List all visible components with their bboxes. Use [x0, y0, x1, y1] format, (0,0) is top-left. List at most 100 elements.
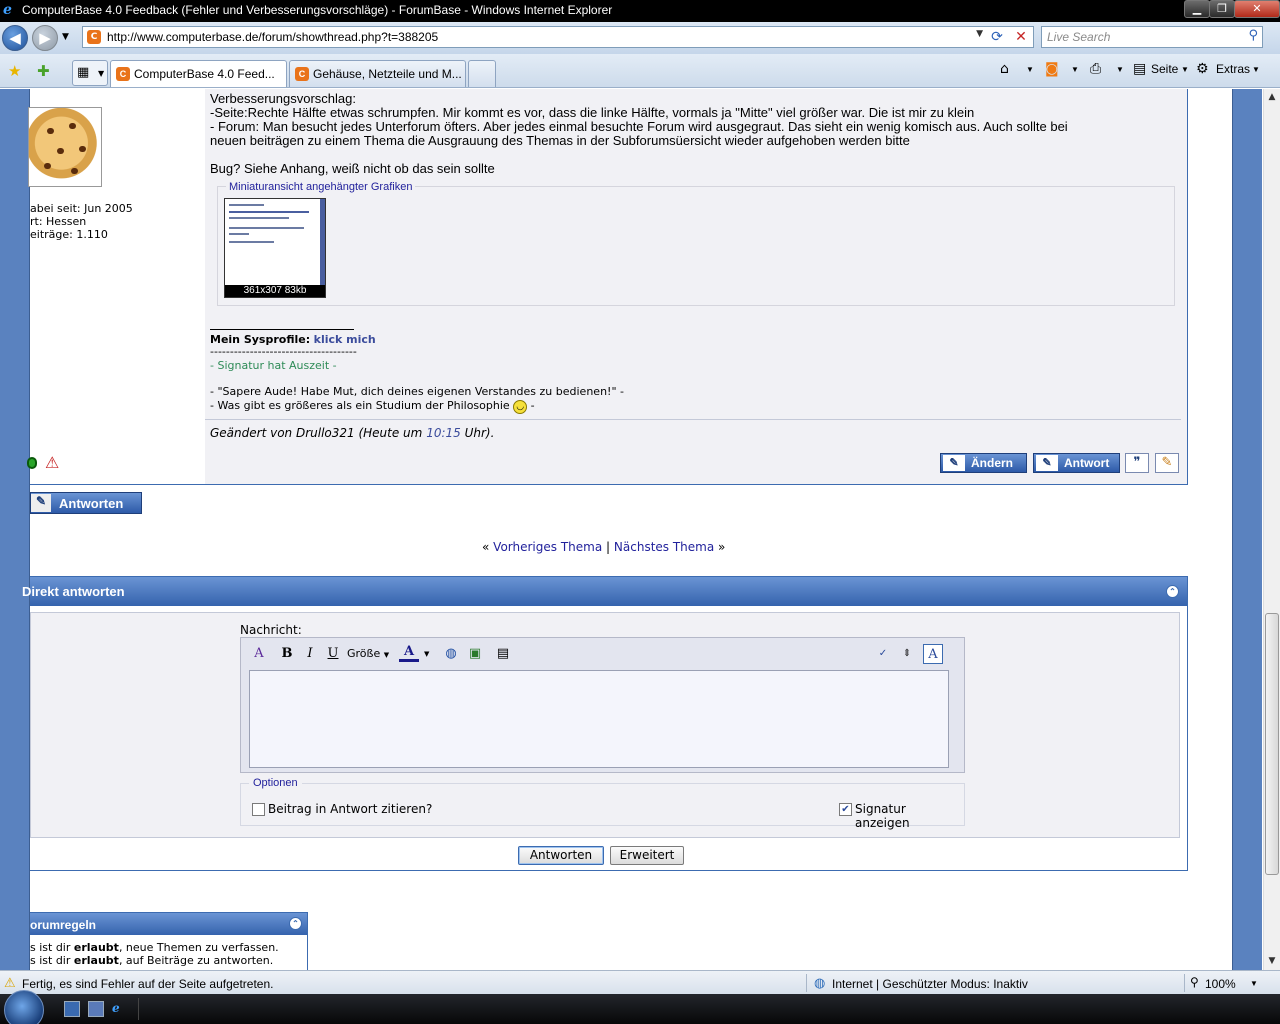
thumbnail-caption: 361x307 83kb [225, 285, 325, 297]
attachment-thumbnail[interactable]: 361x307 83kb [224, 198, 326, 298]
edit-icon: ✎ [943, 455, 965, 471]
navigation-bar: ◀ ▶ ▼ C http://www.computerbase.de/forum… [0, 22, 1280, 54]
underline-button[interactable]: U [323, 644, 343, 664]
zoom-dropdown-icon[interactable]: ▼ [1250, 979, 1258, 988]
text-color-button[interactable]: A [399, 644, 419, 662]
message-editor: A B I U Größe ▼ A ▼ ◍ ▣ ▤ ✓ ⇕ A [240, 637, 965, 773]
tools-gear-icon[interactable]: ⚙ [1196, 61, 1209, 77]
tools-menu[interactable]: Extras [1216, 62, 1250, 76]
error-warning-icon[interactable]: ⚠ [4, 975, 16, 991]
quick-tabs-button[interactable]: ▦ ▼ [72, 60, 108, 86]
prev-quote-glyph: « [482, 540, 490, 554]
new-reply-button[interactable]: ✎ Antworten [30, 492, 142, 514]
tab-list-dropdown-icon[interactable]: ▼ [98, 69, 104, 78]
home-icon[interactable]: ⌂ [1000, 61, 1009, 77]
advanced-reply-button[interactable]: Erweitert [610, 846, 684, 865]
scrollbar-thumb[interactable] [1265, 613, 1279, 875]
post-line: Verbesserungsvorschlag: [210, 91, 356, 106]
tab-bar: ★ ✚ ▦ ▼ C ComputerBase 4.0 Feed... C Geh… [0, 54, 1280, 88]
print-icon[interactable]: ⎙ [1090, 61, 1101, 77]
quote-post-label[interactable]: Beitrag in Antwort zitieren? [268, 802, 432, 816]
collapse-quick-reply-icon[interactable]: ⌃ [1166, 585, 1179, 598]
search-icon[interactable]: ⚲ [1248, 28, 1258, 43]
tab-label: Gehäuse, Netzteile und M... [313, 67, 462, 81]
minimize-button[interactable]: ▁ [1184, 0, 1210, 18]
vertical-scrollbar[interactable]: ▲ ▼ [1263, 89, 1280, 970]
address-dropdown-icon[interactable]: ▼ [976, 29, 983, 39]
feeds-dropdown-icon[interactable]: ▼ [1071, 65, 1079, 74]
text-color-dropdown-icon[interactable]: ▼ [424, 650, 429, 658]
report-post-icon[interactable]: ⚠ [45, 453, 59, 472]
submit-reply-button[interactable]: Antworten [518, 846, 604, 865]
maximize-button[interactable]: ❐ [1209, 0, 1235, 18]
user-joined: abei seit: Jun 2005 [30, 202, 133, 215]
reply-icon: ✎ [1036, 455, 1058, 471]
user-location: rt: Hessen [30, 215, 87, 228]
insert-image-icon[interactable]: ▣ [465, 644, 485, 664]
history-dropdown-icon[interactable]: ▼ [62, 32, 69, 42]
next-thread-link[interactable]: Nächstes Thema [614, 540, 714, 554]
quick-reply-icon[interactable]: ✎ [1155, 453, 1179, 473]
post-body: Verbesserungsvorschlag: -Seite:Rechte Hä… [205, 89, 1187, 484]
switch-editor-mode-icon[interactable]: A [923, 644, 943, 664]
search-placeholder[interactable]: Live Search [1047, 30, 1110, 44]
zoom-level[interactable]: 100% [1205, 977, 1236, 991]
ie-quicklaunch-icon[interactable]: e [112, 1001, 128, 1017]
forum-rules-panel: orumregeln ⌃ s ist dir erlaubt, neue The… [30, 912, 308, 970]
start-orb-icon[interactable] [4, 990, 44, 1024]
collapse-forum-rules-icon[interactable]: ⌃ [289, 917, 302, 930]
insert-quote-icon[interactable]: ▤ [493, 644, 513, 664]
reply-with-quote-button[interactable]: ✎ Antwort [1033, 453, 1120, 473]
forum-rules-title: orumregeln [30, 918, 97, 932]
italic-button[interactable]: I [300, 644, 320, 664]
attachments-box: Miniaturansicht angehängter Grafiken 361… [217, 181, 1175, 306]
close-button[interactable]: ✕ [1234, 0, 1280, 18]
signature-quote-1: - "Sapere Aude! Habe Mut, dich deines ei… [210, 385, 624, 398]
show-signature-checkbox[interactable]: ✔ [839, 803, 852, 816]
back-button[interactable]: ◀ [2, 25, 28, 51]
remove-format-icon[interactable]: A [249, 644, 269, 664]
message-textarea[interactable] [249, 670, 949, 768]
font-size-select[interactable]: Größe ▼ [347, 645, 393, 663]
print-dropdown-icon[interactable]: ▼ [1116, 65, 1124, 74]
previous-thread-link[interactable]: Vorheriges Thema [493, 540, 602, 554]
resize-editor-icon[interactable]: ⇕ [897, 644, 917, 664]
quick-tabs-icon: ▦ [77, 65, 90, 80]
rss-feed-icon[interactable]: ◙ [1045, 61, 1059, 77]
signature-quote-2: - Was gibt es größeres als ein Studium d… [210, 399, 535, 414]
thread-navigation: « Vorheriges Thema | Nächstes Thema » [482, 540, 725, 554]
search-box[interactable]: Live Search ⚲ [1041, 26, 1263, 48]
status-text: Fertig, es sind Fehler auf der Seite auf… [22, 977, 274, 991]
refresh-icon[interactable]: ⟳ [987, 28, 1007, 46]
tab-computerbase-feedback[interactable]: C ComputerBase 4.0 Feed... [110, 60, 287, 87]
home-dropdown-icon[interactable]: ▼ [1026, 65, 1034, 74]
stop-icon[interactable]: ✕ [1011, 28, 1031, 46]
next-quote-glyph: » [718, 540, 726, 554]
scroll-down-arrow-icon[interactable]: ▼ [1264, 953, 1280, 970]
show-signature-label[interactable]: Signatur anzeigen [855, 802, 964, 830]
bold-button[interactable]: B [277, 644, 297, 664]
address-url[interactable]: http://www.computerbase.de/forum/showthr… [107, 30, 438, 44]
page-dropdown-icon[interactable]: ▼ [1181, 65, 1189, 74]
favorites-star-icon[interactable]: ★ [8, 62, 21, 80]
tab-gehaeuse[interactable]: C Gehäuse, Netzteile und M... [289, 60, 466, 87]
insert-link-icon[interactable]: ◍ [441, 644, 461, 664]
quote-post-checkbox[interactable] [252, 803, 265, 816]
forward-button[interactable]: ▶ [32, 25, 58, 51]
tools-dropdown-icon[interactable]: ▼ [1252, 65, 1260, 74]
show-desktop-icon[interactable] [64, 1001, 80, 1017]
quick-reply-title: Direkt antworten [22, 584, 125, 599]
security-zone[interactable]: Internet | Geschützter Modus: Inaktiv [832, 977, 1028, 991]
edit-post-button[interactable]: ✎ Ändern [940, 453, 1027, 473]
page-icon[interactable]: ▤ [1133, 61, 1146, 77]
spellcheck-icon[interactable]: ✓ [873, 644, 893, 664]
add-favorite-icon[interactable]: ✚ [37, 62, 50, 80]
multi-quote-icon[interactable]: ❞ [1125, 453, 1149, 473]
page-menu[interactable]: Seite [1151, 62, 1178, 76]
new-tab-button[interactable] [468, 60, 496, 87]
switch-windows-icon[interactable] [88, 1001, 104, 1017]
quick-reply-body: Nachricht: A B I U Größe ▼ A ▼ ◍ ▣ ▤ ✓ ⇕… [30, 612, 1180, 838]
tab-favicon-icon: C [116, 67, 130, 81]
address-bar[interactable]: C http://www.computerbase.de/forum/showt… [82, 26, 1034, 48]
scroll-up-arrow-icon[interactable]: ▲ [1264, 89, 1280, 106]
